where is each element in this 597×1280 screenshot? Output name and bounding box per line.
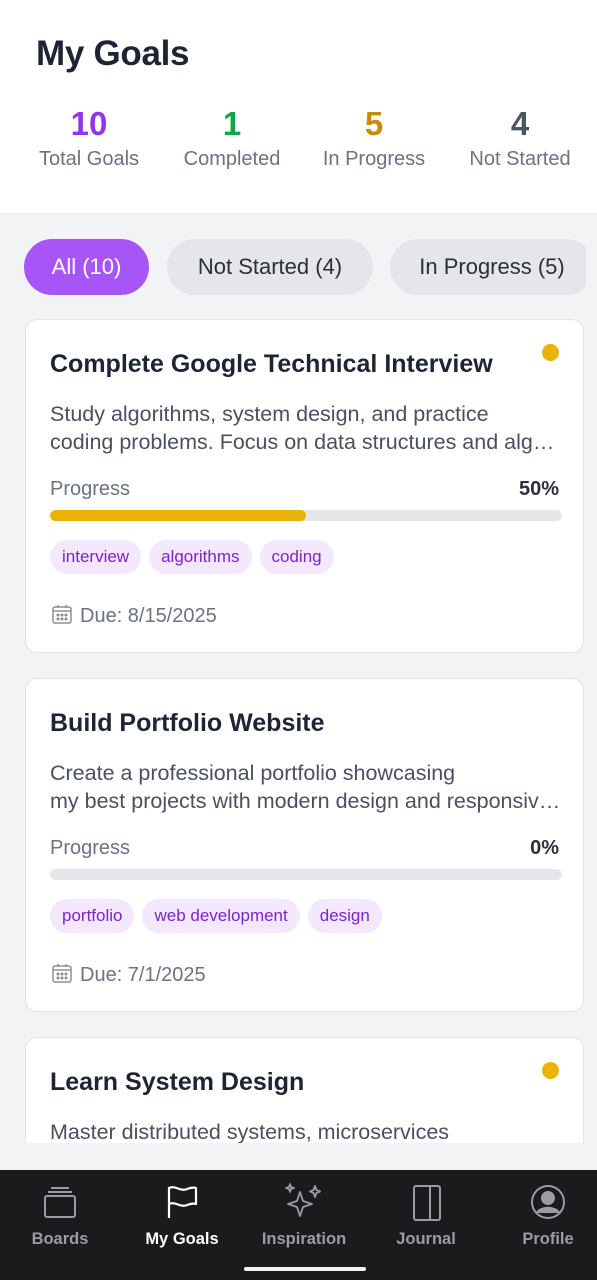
due-date: Due: 8/15/2025: [50, 602, 217, 628]
stat-value: 5: [364, 105, 384, 142]
goal-title: Complete Google Technical Interview: [50, 350, 493, 378]
tag-list: portfolio web development design: [50, 899, 390, 933]
profile-icon: [531, 1185, 565, 1219]
tag[interactable]: algorithms: [149, 540, 252, 574]
nav-label: Journal: [396, 1230, 456, 1248]
calendar-icon: [52, 964, 72, 983]
nav-boards[interactable]: Boards: [0, 1170, 120, 1270]
stat-not-started: 4 Not Started: [445, 104, 595, 171]
stat-label: Total Goals: [38, 148, 140, 170]
tag[interactable]: portfolio: [50, 899, 135, 933]
due-date: Due: 7/1/2025: [50, 961, 206, 987]
nav-label: My Goals: [145, 1230, 219, 1248]
journal-icon: [413, 1185, 441, 1221]
bottom-navigation: Boards My Goals Inspiration Journal Prof…: [0, 1170, 597, 1280]
stat-label: Not Started: [469, 148, 571, 170]
stat-in-progress: 5 In Progress: [299, 104, 449, 171]
tag-list: interview algorithms coding: [50, 540, 342, 574]
tag[interactable]: web development: [142, 899, 300, 933]
filter-chips: All (10) Not Started (4) In Progress (5): [24, 239, 586, 296]
goal-title: Build Portfolio Website: [50, 709, 325, 737]
goal-description: Master distributed systems, microservice…: [50, 1120, 450, 1144]
nav-my-goals[interactable]: My Goals: [122, 1170, 242, 1270]
boards-icon: [44, 1187, 76, 1218]
nav-label: Boards: [31, 1230, 89, 1248]
nav-label: Inspiration: [261, 1230, 347, 1248]
stat-label: In Progress: [322, 148, 426, 170]
goal-description: Study algorithms, system design, and pra…: [50, 402, 565, 454]
stat-completed: 1 Completed: [157, 104, 307, 171]
tag[interactable]: design: [307, 899, 382, 933]
progress-bar: [50, 869, 562, 880]
tag[interactable]: interview: [50, 540, 142, 574]
filter-chip-not-started[interactable]: Not Started (4): [167, 239, 373, 295]
list-fade: [0, 1143, 597, 1170]
due-text: Due: 8/15/2025: [80, 605, 217, 627]
sparkles-icon: [285, 1183, 321, 1217]
header: My Goals 10 Total Goals 1 Completed 5 In…: [0, 0, 597, 214]
progress-value: 50%: [518, 478, 559, 500]
goal-description: Create a professional portfolio showcasi…: [50, 761, 565, 813]
goal-title: Learn System Design: [50, 1068, 305, 1096]
flag-icon: [167, 1186, 198, 1218]
filter-chip-in-progress[interactable]: In Progress (5): [390, 239, 586, 295]
goal-card[interactable]: Build Portfolio Website Create a profess…: [25, 678, 584, 1012]
progress-bar: [50, 510, 562, 521]
progress-fill: [50, 510, 306, 521]
progress-label: Progress: [50, 478, 131, 500]
status-dot: [542, 344, 559, 361]
stat-label: Completed: [183, 148, 281, 170]
nav-profile[interactable]: Profile: [488, 1170, 597, 1270]
filter-chip-all[interactable]: All (10): [24, 239, 149, 295]
stat-value: 1: [222, 105, 242, 142]
status-dot: [542, 1062, 559, 1079]
goal-card[interactable]: Complete Google Technical Interview Stud…: [25, 319, 584, 653]
nav-inspiration[interactable]: Inspiration: [244, 1170, 364, 1270]
due-text: Due: 7/1/2025: [80, 964, 206, 986]
page-title: My Goals: [36, 34, 190, 73]
stats-row: 10 Total Goals 1 Completed 5 In Progress…: [0, 104, 597, 184]
stat-value: 10: [70, 105, 108, 142]
stat-value: 4: [510, 105, 530, 142]
home-indicator[interactable]: [244, 1267, 366, 1271]
progress-value: 0%: [530, 837, 559, 859]
tag[interactable]: coding: [259, 540, 334, 574]
stat-total-goals: 10 Total Goals: [14, 104, 164, 171]
progress-label: Progress: [50, 837, 131, 859]
nav-journal[interactable]: Journal: [366, 1170, 486, 1270]
nav-label: Profile: [522, 1230, 574, 1248]
calendar-icon: [52, 605, 72, 624]
